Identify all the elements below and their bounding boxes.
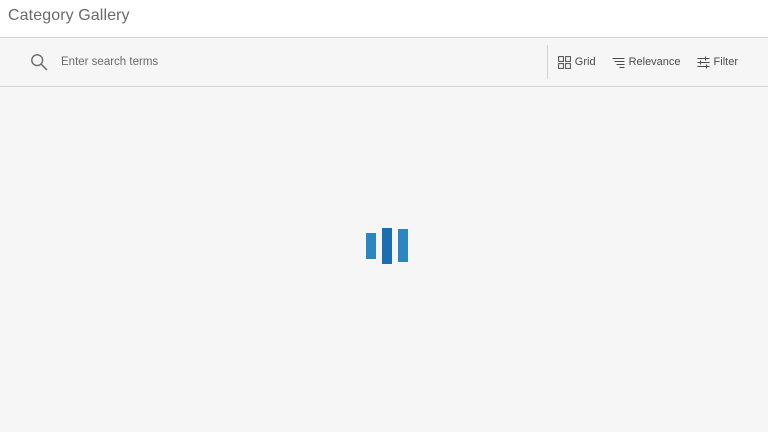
search-input[interactable] — [61, 49, 521, 75]
view-actions: Grid Relevance Filter — [558, 38, 738, 86]
grid-label: Grid — [574, 56, 596, 68]
filter-label: Filter — [713, 56, 738, 68]
loader-bar — [366, 233, 376, 259]
sort-icon — [612, 55, 626, 69]
toolbar: Grid Relevance — [0, 38, 768, 87]
gallery-content — [0, 87, 768, 432]
loader-bar — [382, 228, 392, 264]
page-title: Category Gallery — [8, 7, 130, 24]
header: Category Gallery — [0, 0, 768, 38]
relevance-label: Relevance — [628, 56, 681, 68]
category-gallery-page: Category Gallery Enter search terms Grid… — [0, 0, 768, 432]
search-icon[interactable] — [26, 49, 52, 75]
filter-button[interactable]: Filter — [697, 55, 738, 69]
search-bar — [26, 47, 536, 77]
loader-bar — [398, 229, 408, 262]
grid-view-button[interactable]: Grid — [558, 55, 596, 69]
loading-indicator — [366, 228, 410, 264]
sort-relevance-button[interactable]: Relevance — [612, 55, 681, 69]
grid-icon — [558, 55, 572, 69]
filter-icon — [697, 55, 711, 69]
toolbar-divider — [547, 45, 548, 79]
